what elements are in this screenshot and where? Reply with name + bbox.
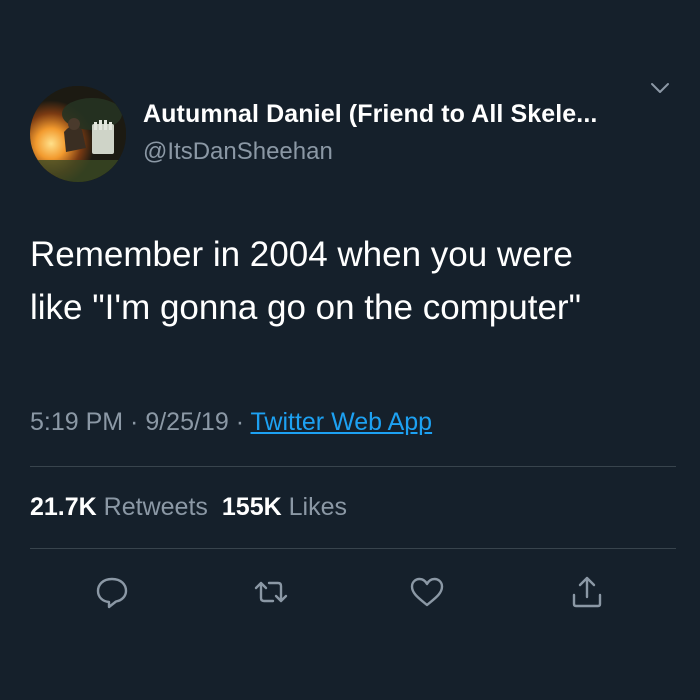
- divider: [30, 548, 676, 549]
- tweet-date: 9/25/19: [145, 408, 229, 436]
- retweets-count: 21.7K: [30, 493, 97, 521]
- likes-label: Likes: [288, 493, 347, 521]
- divider: [30, 466, 676, 467]
- author-display-name[interactable]: Autumnal Daniel (Friend to All Skele...: [143, 100, 597, 129]
- author-handle[interactable]: @ItsDanSheehan: [143, 138, 333, 166]
- chevron-down-icon[interactable]: [648, 78, 672, 98]
- avatar[interactable]: [30, 86, 126, 182]
- tweet-card: Autumnal Daniel (Friend to All Skele... …: [0, 0, 700, 700]
- tweet-meta: 5:19 PM · 9/25/19 · Twitter Web App: [30, 408, 432, 437]
- meta-separator: ·: [228, 408, 251, 436]
- tweet-time: 5:19 PM: [30, 408, 124, 436]
- likes-count: 155K: [221, 493, 282, 521]
- tweet-text: Remember in 2004 when you were like "I'm…: [30, 228, 670, 334]
- retweets-label: Retweets: [103, 493, 208, 521]
- tweet-text-line: Remember in 2004 when you were: [30, 235, 573, 274]
- reply-icon[interactable]: [93, 573, 131, 611]
- tweet-source-link[interactable]: Twitter Web App: [251, 408, 433, 436]
- tweet-text-line: like "I'm gonna go on the computer": [30, 288, 582, 327]
- retweets-stat[interactable]: 21.7K Retweets: [30, 493, 208, 522]
- meta-separator: ·: [123, 408, 146, 436]
- like-icon[interactable]: [408, 573, 446, 611]
- tweet-stats: 21.7K Retweets 155K Likes: [30, 493, 361, 522]
- retweet-icon[interactable]: [252, 573, 290, 611]
- share-icon[interactable]: [568, 573, 606, 611]
- likes-stat[interactable]: 155K Likes: [222, 493, 347, 522]
